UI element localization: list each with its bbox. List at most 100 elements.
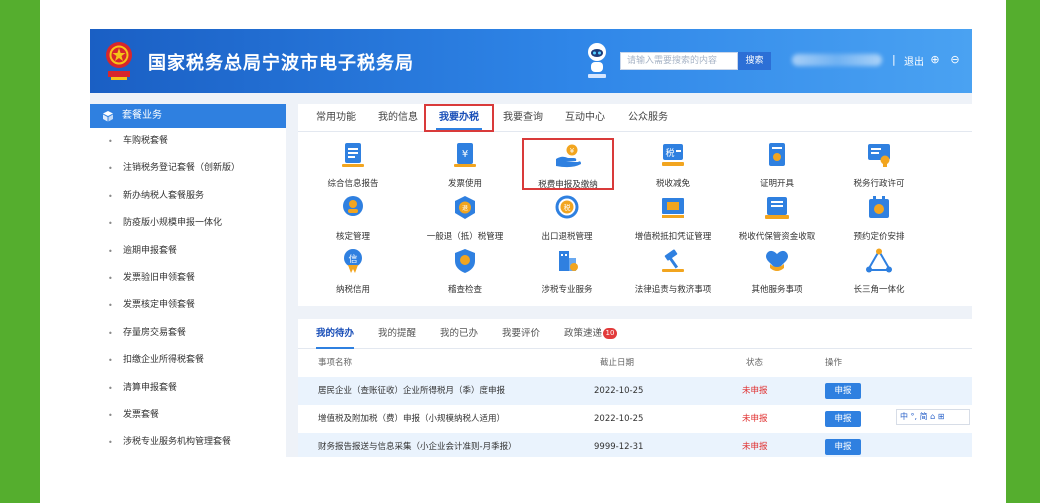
tab-common[interactable]: 常用功能 — [316, 104, 356, 132]
service-label: 证明开具 — [759, 179, 794, 189]
tab-my-done[interactable]: 我的已办 — [440, 319, 478, 349]
service-professional[interactable]: 涉税专业服务 — [512, 248, 622, 295]
col-deadline: 截止日期 — [600, 358, 635, 368]
tab-my-info[interactable]: 我的信息 — [378, 104, 418, 132]
service-inspection[interactable]: 稽查检查 — [410, 248, 520, 295]
logout-link[interactable]: 退出 — [904, 53, 924, 68]
robot-assistant-icon[interactable] — [584, 40, 610, 80]
row-item-name: 增值税及附加税（费）申报（小规模纳税人适用） — [318, 414, 506, 424]
row-deadline: 2022-10-25 — [594, 386, 644, 396]
service-pricing-arrangement[interactable]: 预约定价安排 — [824, 195, 934, 242]
national-emblem-icon — [106, 42, 132, 80]
triangle-icon — [866, 248, 892, 273]
invoice-icon: ¥ — [454, 143, 476, 167]
header-separator: | — [892, 53, 896, 66]
sidebar-item[interactable]: 注销税务登记套餐（创新版） — [90, 155, 286, 183]
service-label: 法律追责与救济事项 — [634, 285, 712, 295]
custody-funds-icon — [765, 197, 789, 219]
service-verify-manage[interactable]: 核定管理 — [298, 195, 408, 242]
service-certificate[interactable]: 证明开具 — [722, 142, 832, 189]
service-tax-relief[interactable]: 税 税收减免 — [618, 142, 728, 189]
tax-portal-screenshot: 国家税务总局宁波市电子税务局 请输入需要搜索的内容 搜索 | 退出 ⊕ ⊖ 套餐… — [90, 29, 972, 457]
service-label: 税务行政许可 — [853, 179, 905, 189]
service-label: 一般退（抵）税管理 — [426, 232, 504, 242]
service-label: 涉税专业服务 — [541, 285, 593, 295]
service-export-refund[interactable]: 税 出口退税管理 — [512, 195, 622, 242]
service-label: 稽查检查 — [447, 285, 482, 295]
service-label: 长三角一体化 — [853, 285, 905, 295]
cube-icon — [103, 111, 113, 122]
service-admin-license[interactable]: 税务行政许可 — [824, 142, 934, 189]
sidebar-item[interactable]: 扣缴企业所得税套餐 — [90, 347, 286, 375]
service-vat-voucher[interactable]: 增值税抵扣凭证管理 — [618, 195, 728, 242]
declare-button[interactable]: 申报 — [825, 383, 861, 399]
sidebar-item[interactable]: 新办纳税人套餐服务 — [90, 183, 286, 211]
row-deadline: 2022-10-25 — [594, 414, 644, 424]
col-action: 操作 — [825, 358, 843, 368]
floating-accessibility-toolbar[interactable]: 中 °, 简 ⌂ ⊞ — [896, 409, 970, 425]
service-label: 税收代保管资金收取 — [738, 232, 816, 242]
search-input[interactable]: 请输入需要搜索的内容 — [620, 52, 738, 70]
export-refund-icon: 税 — [555, 195, 579, 219]
tab-evaluate[interactable]: 我要评价 — [502, 319, 540, 349]
service-other[interactable]: 其他服务事项 — [722, 248, 832, 295]
declare-button[interactable]: 申报 — [825, 411, 861, 427]
service-yangtze-delta[interactable]: 长三角一体化 — [824, 248, 934, 295]
service-tax-credit[interactable]: 信 纳税信用 — [298, 248, 408, 295]
sidebar-heading-label: 套餐业务 — [122, 110, 162, 121]
service-legal-remedy[interactable]: 法律追责与救济事项 — [618, 248, 728, 295]
zoom-in-icon[interactable]: ⊕ — [928, 53, 942, 67]
zoom-out-icon[interactable]: ⊖ — [948, 53, 962, 67]
report-icon — [342, 143, 364, 167]
tab-policy-news-label: 政策速递 — [564, 328, 603, 339]
service-label: 核定管理 — [335, 232, 370, 242]
svg-text:税: 税 — [665, 147, 674, 159]
declare-button[interactable]: 申报 — [825, 439, 861, 455]
tax-relief-icon: 税 — [662, 144, 684, 166]
row-deadline: 9999-12-31 — [594, 442, 644, 452]
row-item-name: 居民企业（查账征收）企业所得税月（季）度申报 — [318, 386, 506, 396]
sidebar-item[interactable]: 清算申报套餐 — [90, 375, 286, 403]
main-tabs: 常用功能 我的信息 我要办税 我要查询 互动中心 公众服务 — [298, 104, 972, 132]
pricing-icon — [869, 196, 889, 218]
row-status: 未申报 — [742, 442, 768, 452]
tab-my-todo[interactable]: 我的待办 — [316, 319, 355, 349]
tab-do-tax[interactable]: 我要办税 — [424, 104, 494, 132]
sidebar-item[interactable]: 车购税套餐 — [90, 128, 286, 156]
tab-public-service[interactable]: 公众服务 — [628, 104, 668, 132]
service-info-report[interactable]: 综合信息报告 — [298, 142, 408, 189]
search-button[interactable]: 搜索 — [738, 52, 771, 70]
sidebar-item[interactable]: 防疫版小规模申报一体化 — [90, 210, 286, 238]
admin-license-icon — [868, 144, 890, 167]
service-label: 发票使用 — [447, 179, 482, 189]
svg-text:税: 税 — [564, 203, 571, 212]
professional-service-icon — [559, 251, 578, 271]
svg-text:¥: ¥ — [462, 149, 468, 160]
sidebar-item[interactable]: 涉税专业服务机构管理套餐 — [90, 429, 286, 457]
package-sidebar: 套餐业务 车购税套餐 注销税务登记套餐（创新版） 新办纳税人套餐服务 防疫版小规… — [90, 104, 286, 457]
tab-interaction[interactable]: 互动中心 — [565, 104, 605, 132]
service-general-refund[interactable]: 退 一般退（抵）税管理 — [410, 195, 520, 242]
service-declare-pay[interactable]: ¥ 税费申报及缴纳 — [522, 138, 614, 190]
svg-text:退: 退 — [462, 204, 468, 212]
row-status: 未申报 — [742, 386, 768, 396]
heart-hand-icon — [766, 250, 788, 271]
service-label: 其他服务事项 — [751, 285, 803, 295]
table-row: 增值税及附加税（费）申报（小规模纳税人适用） 2022-10-25 未申报 申报 — [298, 405, 972, 433]
service-invoice-use[interactable]: ¥ 发票使用 — [410, 142, 520, 189]
sidebar-item[interactable]: 发票套餐 — [90, 402, 286, 430]
tab-query[interactable]: 我要查询 — [503, 104, 543, 132]
sidebar-item[interactable]: 发票核定申领套餐 — [90, 292, 286, 320]
todo-table-header: 事项名称 截止日期 状态 操作 — [298, 349, 972, 377]
sidebar-item[interactable]: 逾期申报套餐 — [90, 238, 286, 266]
inspection-icon — [455, 249, 475, 273]
tab-policy-news[interactable]: 政策速递 10 — [564, 319, 618, 349]
tab-my-reminders[interactable]: 我的提醒 — [378, 319, 416, 349]
service-custody-funds[interactable]: 税收代保管资金收取 — [722, 195, 832, 242]
credit-icon: 信 — [344, 249, 362, 273]
row-item-name: 财务报告报送与信息采集（小企业会计准则-月季报） — [318, 442, 517, 452]
sidebar-item[interactable]: 发票验旧申领套餐 — [90, 265, 286, 293]
sidebar-item[interactable]: 存量房交易套餐 — [90, 320, 286, 348]
sidebar-heading[interactable]: 套餐业务 — [90, 104, 286, 128]
services-panel: 常用功能 我的信息 我要办税 我要查询 互动中心 公众服务 综合信息报告 ¥ 发… — [298, 104, 972, 306]
